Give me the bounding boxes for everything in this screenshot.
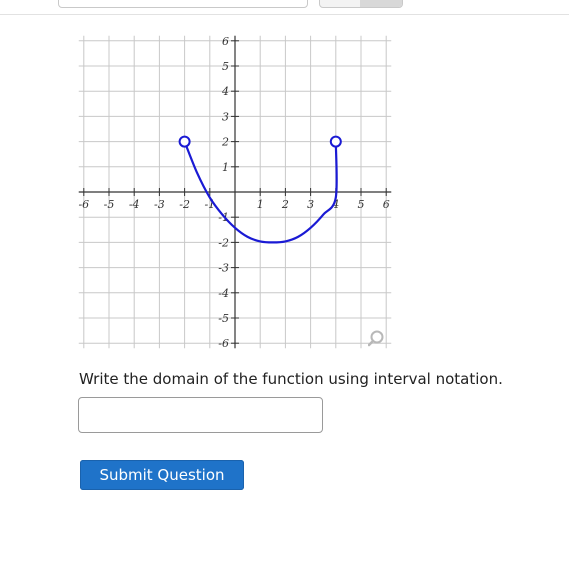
- question-prompt: Write the domain of the function using i…: [79, 370, 503, 388]
- submit-question-button[interactable]: Submit Question: [80, 460, 244, 490]
- x-tick-label: -4: [129, 198, 140, 211]
- x-tick-label: 1: [257, 198, 264, 211]
- magnifier-icon[interactable]: [368, 328, 390, 350]
- open-endpoint: [178, 135, 191, 148]
- y-tick-label: -6: [218, 337, 229, 350]
- x-tick-label: 3: [307, 198, 314, 211]
- x-tick-label: -3: [154, 198, 165, 211]
- y-tick-label: 4: [221, 85, 229, 98]
- x-tick-label: -2: [179, 198, 190, 211]
- x-tick-label: -5: [104, 198, 115, 211]
- y-tick-label: -2: [218, 236, 229, 249]
- y-tick-label: -5: [218, 312, 229, 325]
- x-tick-label: 5: [358, 198, 365, 211]
- y-tick-label: 1: [222, 161, 229, 174]
- y-tick-label: -3: [218, 262, 229, 275]
- y-tick-label: 6: [222, 35, 229, 48]
- open-endpoint: [329, 135, 342, 148]
- y-tick-label: 2: [221, 136, 229, 149]
- y-tick-label: -4: [218, 287, 229, 300]
- y-tick-label: 3: [222, 110, 229, 123]
- y-tick-label: 5: [222, 60, 229, 73]
- x-tick-label: -6: [78, 198, 89, 211]
- answer-input[interactable]: [78, 397, 323, 433]
- x-tick-label: 6: [383, 198, 390, 211]
- x-tick-label: 2: [281, 198, 289, 211]
